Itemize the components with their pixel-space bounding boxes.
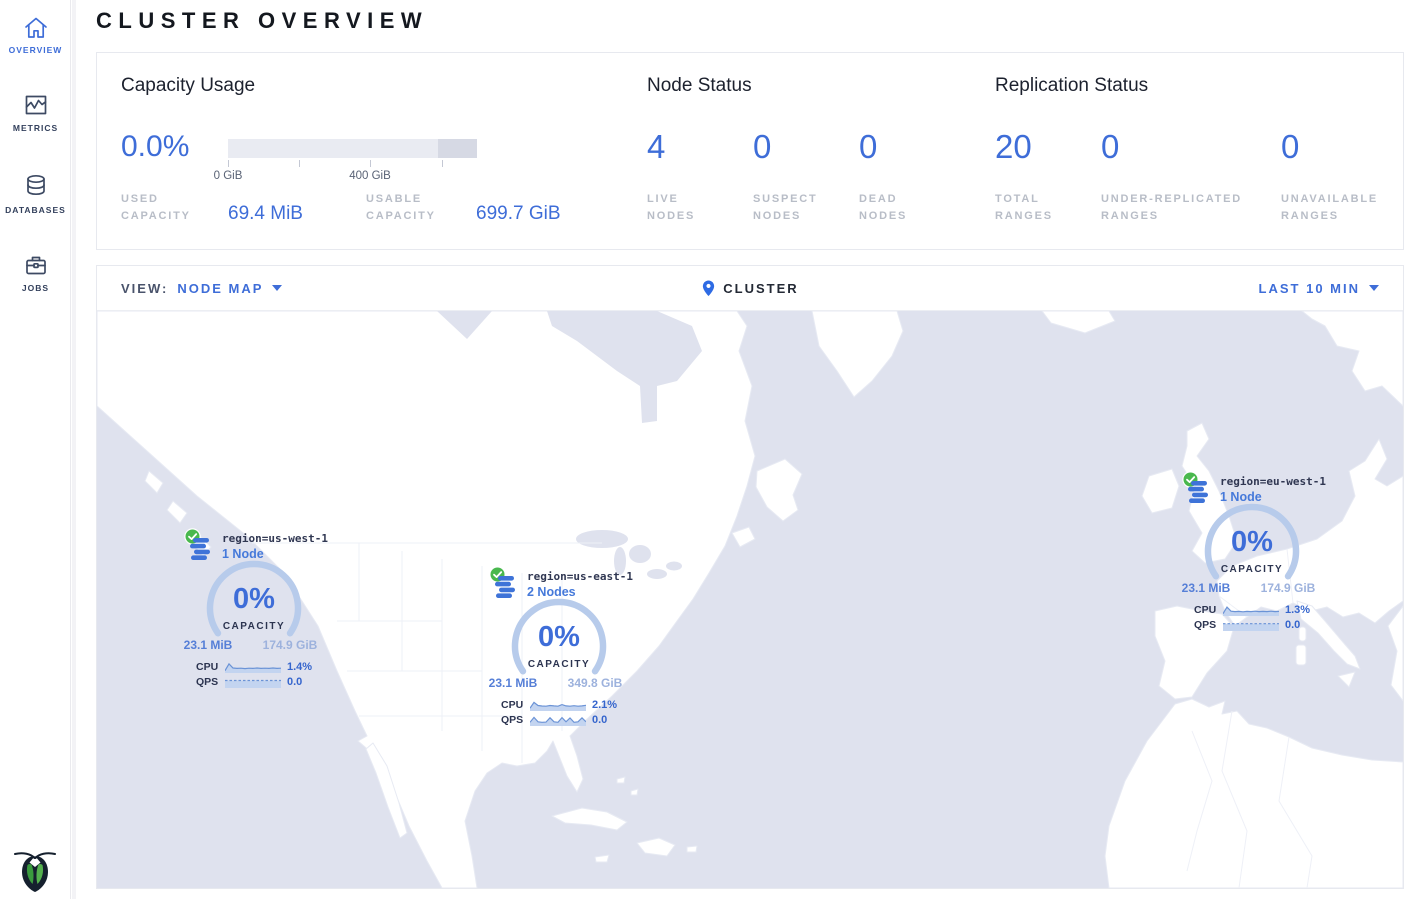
briefcase-icon [22,252,50,278]
total-capacity-value: 174.9 GiB [1250,581,1326,595]
node-card-eu-west-1[interactable]: region=eu-west-1 1 Node 0% CAPACITY 23.1… [1180,469,1355,639]
usable-capacity-value: 699.7 GiB [476,203,561,225]
node-status-title: Node Status [647,75,752,97]
sidebar-item-label: DATABASES [0,205,71,215]
sidebar-item-overview[interactable]: OVERVIEW [0,14,71,55]
view-label: VIEW: [121,281,168,296]
node-map[interactable]: region=us-west-1 1 Node 0% CAPACITY 23.1… [97,311,1403,888]
database-icon [22,172,50,200]
cpu-label: CPU [501,699,527,711]
node-card-us-east-1[interactable]: region=us-east-1 2 Nodes 0% CAPACITY 23.… [487,564,662,734]
cpu-sparkline [225,662,281,673]
used-value: 23.1 MiB [475,676,551,690]
used-capacity-label: USED CAPACITY [121,191,213,225]
chevron-down-icon[interactable] [272,285,282,291]
suspect-nodes-value: 0 [753,129,771,165]
qps-value: 0.0 [287,676,302,688]
capacity-label: CAPACITY [202,621,306,632]
cpu-label: CPU [196,661,222,673]
under-replicated-ranges-label: UNDER-REPLICATED RANGES [1101,191,1256,225]
capacity-percent: 0% [202,583,306,616]
unavailable-ranges-value: 0 [1281,129,1299,165]
breadcrumb-cluster[interactable]: CLUSTER [723,281,798,296]
map-toolbar: VIEW: NODE MAP CLUSTER LAST 10 MIN [97,266,1403,311]
qps-label: QPS [196,676,222,688]
sidebar: OVERVIEW METRICS DATABASES JOBS [0,0,71,899]
location-pin-icon [701,279,716,298]
home-icon [22,14,50,40]
view-dropdown[interactable]: NODE MAP [177,281,263,296]
node-card-us-west-1[interactable]: region=us-west-1 1 Node 0% CAPACITY 23.1… [182,526,357,696]
used-value: 23.1 MiB [170,638,246,652]
total-capacity-value: 349.8 GiB [557,676,633,690]
qps-value: 0.0 [592,714,607,726]
capacity-bar: 0 GiB 400 GiB [228,139,477,158]
sidebar-item-metrics[interactable]: METRICS [0,92,71,133]
breadcrumb: CLUSTER [701,279,798,298]
capacity-label: CAPACITY [1200,564,1304,575]
region-label: region=us-east-1 [527,570,633,583]
time-range-label: LAST 10 MIN [1259,281,1360,296]
capacity-tick-label: 400 GiB [340,170,400,182]
node-map-panel: VIEW: NODE MAP CLUSTER LAST 10 MIN [96,265,1404,889]
total-ranges-label: TOTAL RANGES [995,191,1065,225]
cpu-sparkline [530,700,586,711]
qps-label: QPS [501,714,527,726]
qps-value: 0.0 [1285,619,1300,631]
total-capacity-value: 174.9 GiB [252,638,328,652]
under-replicated-ranges-value: 0 [1101,129,1119,165]
capacity-label: CAPACITY [507,659,611,670]
sidebar-item-label: OVERVIEW [0,45,71,55]
suspect-nodes-label: SUSPECT NODES [753,191,831,225]
cpu-sparkline [1223,605,1279,616]
cpu-value: 1.3% [1285,604,1310,616]
qps-sparkline [530,715,586,726]
cluster-stats-panel: Capacity Usage 0.0% 0 GiB 400 GiB USED C… [96,52,1404,250]
capacity-usage-title: Capacity Usage [121,75,255,97]
cockroachdb-logo [13,843,57,893]
unavailable-ranges-label: UNAVAILABLE RANGES [1281,191,1391,225]
sidebar-item-databases[interactable]: DATABASES [0,172,71,215]
live-nodes-value: 4 [647,129,665,165]
usable-capacity-label: USABLE CAPACITY [366,191,458,225]
dead-nodes-value: 0 [859,129,877,165]
qps-sparkline [1223,620,1279,631]
cpu-value: 1.4% [287,661,312,673]
cockroachdb-admin-ui: OVERVIEW METRICS DATABASES JOBS [0,0,1418,899]
total-ranges-value: 20 [995,129,1032,165]
cpu-label: CPU [1194,604,1220,616]
sidebar-item-label: JOBS [0,283,71,293]
sidebar-item-jobs[interactable]: JOBS [0,252,71,293]
live-nodes-label: LIVE NODES [647,191,717,225]
qps-label: QPS [1194,619,1220,631]
page-title: CLUSTER OVERVIEW [96,8,428,34]
used-value: 23.1 MiB [1168,581,1244,595]
sidebar-divider [72,0,76,899]
used-capacity-value: 69.4 MiB [228,203,303,225]
capacity-percent: 0% [1200,526,1304,559]
sidebar-item-label: METRICS [0,123,71,133]
replication-status-title: Replication Status [995,75,1148,97]
dead-nodes-label: DEAD NODES [859,191,929,225]
region-label: region=us-west-1 [222,532,328,545]
region-label: region=eu-west-1 [1220,475,1326,488]
capacity-percent: 0% [507,621,611,654]
qps-sparkline [225,677,281,688]
time-range-dropdown[interactable]: LAST 10 MIN [1259,281,1379,296]
cpu-value: 2.1% [592,699,617,711]
capacity-percent: 0.0% [121,129,189,165]
chevron-down-icon [1369,285,1379,291]
metrics-chart-icon [22,92,50,118]
capacity-tick-label: 0 GiB [198,170,258,182]
